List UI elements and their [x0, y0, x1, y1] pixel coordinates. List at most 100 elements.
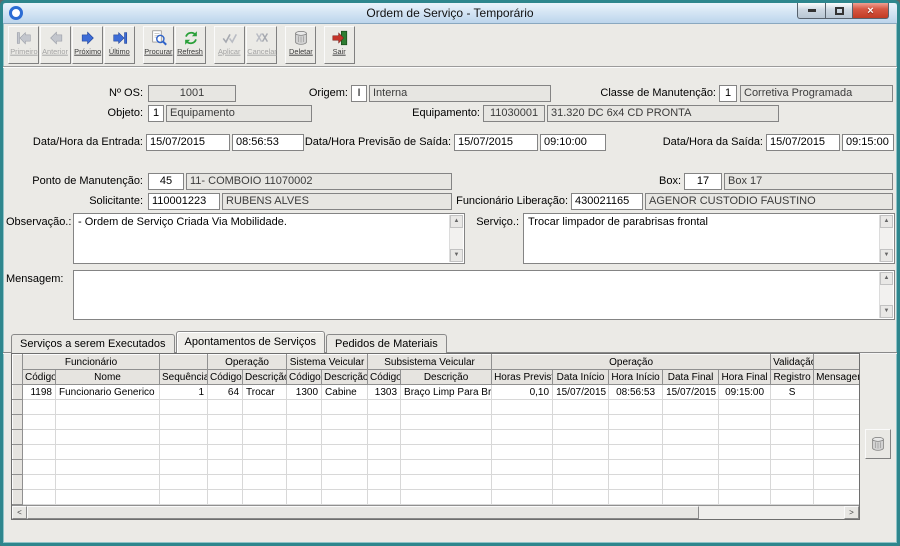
grid-cell[interactable]: 1 — [159, 384, 209, 400]
previsao-time-field[interactable]: 09:10:00 — [540, 134, 606, 151]
scroll-left-icon[interactable]: < — [12, 506, 27, 519]
grid-empty-cell — [207, 414, 244, 430]
saida-time-field[interactable]: 09:15:00 — [842, 134, 894, 151]
toolbar-button-next[interactable]: Próximo — [72, 26, 103, 64]
grid-empty-row — [12, 399, 859, 415]
servico-scrollbar[interactable]: ▲ ▼ — [879, 215, 893, 262]
grid-empty-cell — [321, 489, 369, 505]
mensagem-textarea[interactable]: ▲ ▼ — [73, 270, 895, 320]
grid-cell[interactable]: 15/07/2015 — [662, 384, 720, 400]
grid-cell[interactable]: Cabine — [321, 384, 369, 400]
scroll-down-icon[interactable]: ▼ — [450, 249, 463, 262]
grid-empty-cell — [207, 429, 244, 445]
observacao-text: - Ordem de Serviço Criada Via Mobilidade… — [78, 216, 287, 228]
toolbar-button-trash[interactable]: Deletar — [285, 26, 316, 64]
grid-empty-cell — [770, 474, 815, 490]
toolbar-button-refresh[interactable]: Refresh — [175, 26, 206, 64]
grid-empty-cell — [770, 414, 815, 430]
grid-empty-cell — [159, 444, 209, 460]
entrada-date-field[interactable]: 15/07/2015 — [146, 134, 230, 151]
solicitante-label: Solicitante: — [89, 195, 143, 207]
grid-cell[interactable]: Funcionario Generico — [54, 384, 161, 400]
toolbar-button-label: Próximo — [74, 47, 101, 56]
grid-empty-cell — [813, 429, 859, 445]
box-desc-field: Box 17 — [724, 173, 893, 190]
grid-empty-cell — [400, 444, 493, 460]
grid-empty-cell — [491, 414, 554, 430]
delete-row-button[interactable] — [865, 429, 891, 459]
saida-label: Data/Hora da Saída: — [662, 136, 763, 148]
grid-empty-cell — [159, 459, 209, 475]
grid-empty-cell — [491, 489, 554, 505]
toolbar-button-search[interactable]: Procurar — [143, 26, 174, 64]
entrada-time-field[interactable]: 08:56:53 — [232, 134, 304, 151]
grid-empty-cell — [242, 399, 288, 415]
grid-empty-cell — [491, 399, 554, 415]
scroll-up-icon[interactable]: ▲ — [450, 215, 463, 228]
grid-row-indicator — [12, 474, 23, 490]
minimize-icon — [807, 9, 816, 12]
scroll-down-icon[interactable]: ▼ — [880, 249, 893, 262]
toolbar-button-label: Refresh — [177, 47, 204, 56]
origem-code-field[interactable]: I — [351, 85, 367, 102]
grid-cell[interactable]: 1303 — [367, 384, 402, 400]
classe-code-field[interactable]: 1 — [719, 85, 737, 102]
grid-empty-cell — [367, 459, 402, 475]
scrollbar-thumb[interactable] — [27, 506, 699, 519]
grid-cell[interactable]: S — [770, 384, 815, 400]
grid-cell[interactable]: Braço Limp Para Bri — [400, 384, 493, 400]
grid-cell[interactable]: 1198 — [22, 384, 56, 400]
grid-empty-cell — [770, 429, 815, 445]
scroll-right-icon[interactable]: > — [844, 506, 859, 519]
entrada-label: Data/Hora da Entrada: — [32, 136, 143, 148]
grid-cell[interactable]: 1300 — [286, 384, 323, 400]
scroll-up-icon[interactable]: ▲ — [880, 272, 893, 285]
grid-empty-cell — [552, 429, 610, 445]
grid-column-header: Descrição — [242, 369, 288, 385]
grid-empty-cell — [662, 399, 720, 415]
grid-cell[interactable]: 08:56:53 — [608, 384, 664, 400]
liberacao-code-field[interactable]: 430021165 — [571, 193, 643, 210]
grid-cell[interactable]: 0,10 — [491, 384, 554, 400]
toolbar-button-label: Deletar — [288, 47, 313, 56]
toolbar-button-exit[interactable]: Sair — [324, 26, 355, 64]
tab-0[interactable]: Serviços a serem Executados — [11, 334, 175, 353]
maximize-button[interactable] — [826, 3, 853, 19]
grid-empty-cell — [22, 429, 56, 445]
tab-1[interactable]: Apontamentos de Serviços — [175, 331, 325, 353]
grid-empty-cell — [242, 429, 288, 445]
solicitante-code-field[interactable]: 110001223 — [148, 193, 220, 210]
objeto-code-field[interactable]: 1 — [148, 105, 164, 122]
previsao-date-field[interactable]: 15/07/2015 — [454, 134, 538, 151]
grid-cell[interactable]: 15/07/2015 — [552, 384, 610, 400]
grid-empty-cell — [770, 444, 815, 460]
grid-row-indicator — [12, 384, 23, 400]
grid-empty-cell — [718, 474, 772, 490]
scroll-up-icon[interactable]: ▲ — [880, 215, 893, 228]
toolbar-button-last[interactable]: Último — [104, 26, 135, 64]
grid-empty-cell — [813, 444, 859, 460]
box-label: Box: — [658, 175, 681, 187]
observacao-textarea[interactable]: - Ordem de Serviço Criada Via Mobilidade… — [73, 213, 465, 264]
box-code-field[interactable]: 17 — [684, 173, 722, 190]
observacao-scrollbar[interactable]: ▲ ▼ — [449, 215, 463, 262]
grid-empty-cell — [367, 399, 402, 415]
grid-empty-cell — [813, 399, 859, 415]
mensagem-scrollbar[interactable]: ▲ ▼ — [879, 272, 893, 318]
close-button[interactable]: × — [853, 3, 889, 19]
grid-row-indicator — [12, 459, 23, 475]
scroll-down-icon[interactable]: ▼ — [880, 305, 893, 318]
saida-date-field[interactable]: 15/07/2015 — [766, 134, 840, 151]
grid-empty-row — [12, 474, 859, 490]
grid-cell[interactable]: Trocar — [242, 384, 288, 400]
servico-textarea[interactable]: Trocar limpador de parabrisas frontal ▲ … — [523, 213, 895, 264]
grid-empty-cell — [400, 474, 493, 490]
grid-cell[interactable]: 64 — [207, 384, 244, 400]
minimize-button[interactable] — [797, 3, 826, 19]
grid-row-indicator — [12, 399, 23, 415]
ponto-code-field[interactable]: 45 — [148, 173, 184, 190]
tab-2[interactable]: Pedidos de Materiais — [325, 334, 447, 353]
grid-empty-cell — [159, 429, 209, 445]
grid-cell[interactable] — [813, 384, 859, 400]
grid-cell[interactable]: 09:15:00 — [718, 384, 772, 400]
